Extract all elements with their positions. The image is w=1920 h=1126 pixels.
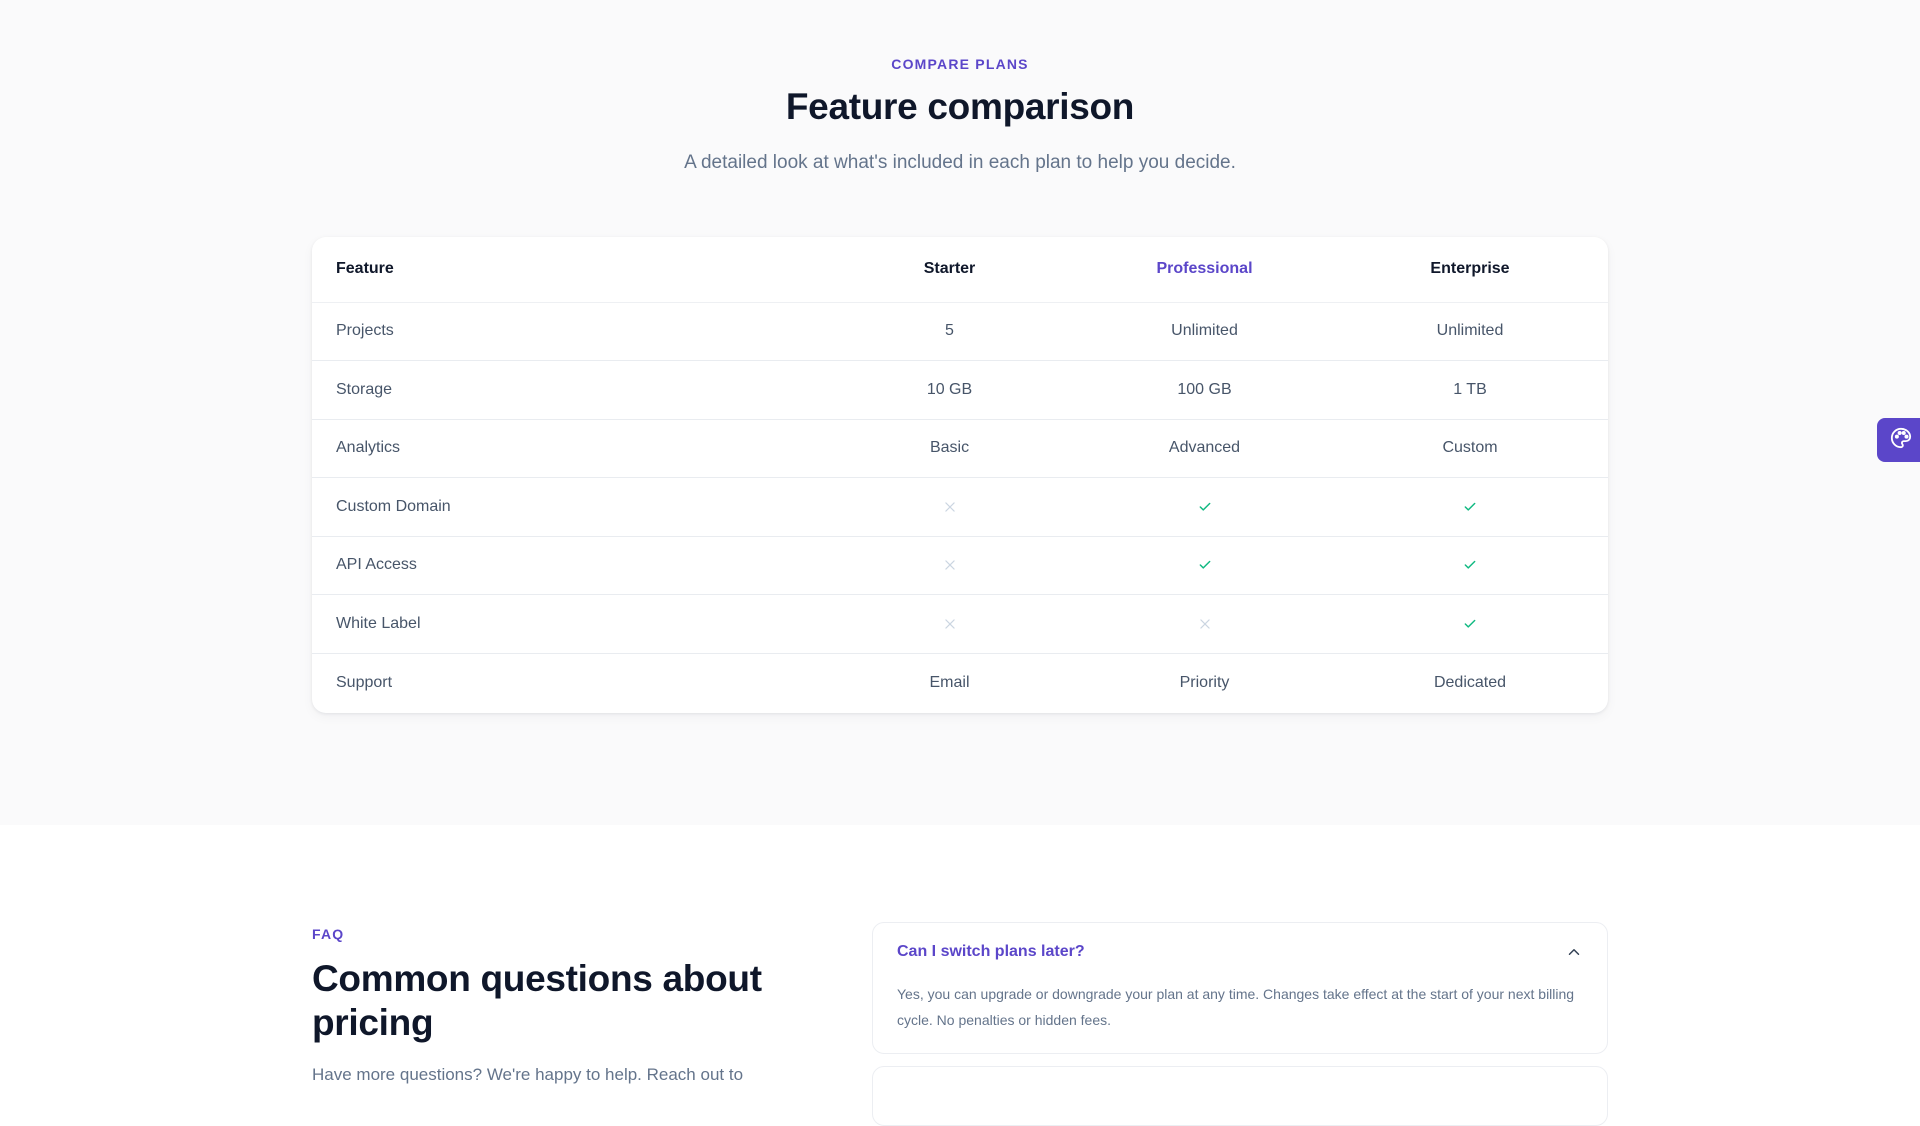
compare-subtitle: A detailed look at what's included in ea… xyxy=(684,152,1236,173)
cell-starter: 10 GB xyxy=(822,360,1077,420)
cell-enterprise: Unlimited xyxy=(1332,302,1608,361)
cell-enterprise: Custom xyxy=(1332,419,1608,478)
check-icon xyxy=(1463,556,1477,573)
cell-enterprise xyxy=(1332,477,1608,537)
cell-feature: Support xyxy=(336,673,393,691)
check-icon xyxy=(1463,615,1477,632)
cell-feature: API Access xyxy=(312,536,822,595)
compare-eyebrow: COMPARE PLANS xyxy=(891,56,1029,72)
cell-enterprise xyxy=(1332,594,1608,654)
faq-item-next[interactable] xyxy=(872,1066,1608,1126)
cell-starter: 5 xyxy=(822,302,1077,361)
cell-professional xyxy=(1077,477,1332,537)
x-icon xyxy=(943,498,957,515)
check-icon xyxy=(1198,556,1212,573)
header-starter: Starter xyxy=(822,237,1077,303)
cell-starter: Email xyxy=(929,673,970,691)
cell-professional: Advanced xyxy=(1077,419,1332,478)
cell-feature: Storage xyxy=(312,360,822,420)
check-icon xyxy=(1463,498,1477,515)
faq-eyebrow: FAQ xyxy=(312,926,345,942)
comparison-table: Feature Starter Professional Enterprise … xyxy=(312,237,1608,712)
cell-feature: Custom Domain xyxy=(312,477,822,537)
theme-palette-button[interactable] xyxy=(1877,418,1920,462)
header-professional: Professional xyxy=(1077,237,1332,303)
x-icon xyxy=(1198,615,1212,632)
faq-description: Have more questions? We're happy to help… xyxy=(312,1065,744,1084)
cell-professional xyxy=(1077,536,1332,595)
chevron-up-icon[interactable] xyxy=(1565,943,1583,966)
compare-title: Feature comparison xyxy=(785,86,1135,127)
cell-starter: Basic xyxy=(822,419,1077,478)
cell-feature: Projects xyxy=(312,302,822,361)
x-icon xyxy=(943,556,957,573)
faq-title: Common questions about pricing xyxy=(312,958,762,1043)
table-row: Support Email Priority Dedicated xyxy=(312,653,1608,712)
table-row: Projects 5 Unlimited Unlimited xyxy=(312,302,1608,361)
table-header-row: Feature Starter Professional Enterprise xyxy=(312,237,1608,303)
faq-section: FAQ Common questions about pricing Have … xyxy=(0,825,1920,1126)
compare-plans-section: COMPARE PLANS Feature comparison A detai… xyxy=(0,0,1920,825)
faq-item-switch-plans[interactable]: Can I switch plans later? Yes, you can u… xyxy=(872,922,1608,1054)
header-feature: Feature xyxy=(312,237,822,303)
faq-answer: Yes, you can upgrade or downgrade your p… xyxy=(897,986,1575,1028)
table-row: API Access xyxy=(312,536,1608,595)
cell-professional xyxy=(1077,594,1332,654)
cell-professional: 100 GB xyxy=(1077,360,1332,420)
cell-professional: Priority xyxy=(1179,673,1230,691)
table-row: Analytics Basic Advanced Custom xyxy=(312,419,1608,478)
cell-enterprise: Dedicated xyxy=(1433,673,1507,691)
cell-starter xyxy=(822,477,1077,537)
cell-enterprise xyxy=(1332,536,1608,595)
cell-starter xyxy=(822,594,1077,654)
table-row: Storage 10 GB 100 GB 1 TB xyxy=(312,360,1608,420)
cell-starter xyxy=(822,536,1077,595)
table-row: White Label xyxy=(312,594,1608,654)
faq-question[interactable]: Can I switch plans later? xyxy=(897,943,1085,961)
x-icon xyxy=(943,615,957,632)
palette-icon xyxy=(1890,427,1912,454)
cell-professional: Unlimited xyxy=(1077,302,1332,361)
table-row: Custom Domain xyxy=(312,477,1608,537)
check-icon xyxy=(1198,498,1212,515)
cell-enterprise: 1 TB xyxy=(1332,360,1608,420)
cell-feature: Analytics xyxy=(312,419,822,478)
comparison-table-card: Feature Starter Professional Enterprise … xyxy=(312,237,1608,713)
cell-feature: White Label xyxy=(312,594,822,654)
header-enterprise: Enterprise xyxy=(1332,237,1608,303)
table-body: Projects 5 Unlimited Unlimited Storage 10 GB 1… xyxy=(312,302,1608,712)
